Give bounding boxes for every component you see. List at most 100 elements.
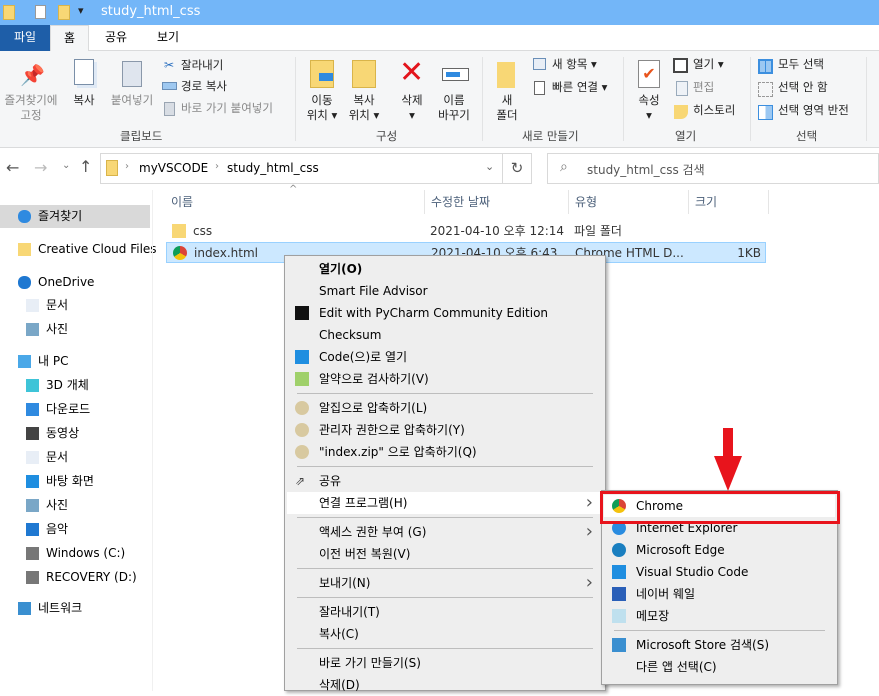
menu-item[interactable]: 연결 프로그램(H) › — [287, 492, 603, 514]
up-button[interactable]: ↑ — [79, 157, 92, 176]
menu-item[interactable]: Microsoft Store 검색(S) — [604, 634, 835, 656]
sidebar-item[interactable]: 문서 — [0, 446, 150, 469]
sidebar-item[interactable]: 문서 — [0, 294, 150, 317]
tab-file[interactable]: 파일 — [0, 25, 50, 51]
menu-item[interactable]: 복사(C) — [287, 623, 603, 645]
paste-shortcut-button[interactable]: 바로 가기 붙여넣기 — [181, 101, 273, 116]
column-divider[interactable] — [568, 190, 569, 214]
address-bar[interactable]: › myVSCODE › study_html_css ⌄ — [100, 153, 532, 184]
menu-item[interactable]: 열기(O) — [287, 258, 603, 280]
column-header-type[interactable]: 유형 — [575, 193, 597, 210]
new-folder-button[interactable]: 새 폴더 — [490, 93, 524, 123]
new-item-button[interactable]: 새 항목 ▾ — [552, 57, 597, 72]
menu-item[interactable]: 네이버 웨일 — [604, 583, 835, 605]
pane-divider[interactable] — [152, 190, 153, 691]
sidebar-item[interactable]: RECOVERY (D:) — [0, 566, 150, 589]
menu-item[interactable]: 잘라내기(T) — [287, 601, 603, 623]
menu-item[interactable]: 메모장 — [604, 605, 835, 627]
menu-item[interactable]: Edit with PyCharm Community Edition — [287, 302, 603, 324]
open-button[interactable]: 열기 ▾ — [693, 57, 724, 72]
sidebar-item[interactable]: 동영상 — [0, 422, 150, 445]
menu-separator — [297, 648, 593, 649]
sidebar-item[interactable]: Creative Cloud Files — [0, 238, 157, 261]
menu-separator — [297, 597, 593, 598]
sidebar-item[interactable]: 음악 — [0, 518, 150, 541]
sidebar-item[interactable]: Windows (C:) — [0, 542, 150, 565]
edit-button[interactable]: 편집 — [693, 80, 714, 95]
column-divider[interactable] — [688, 190, 689, 214]
rename-button[interactable]: 이름 바꾸기 — [432, 93, 476, 123]
divider — [866, 57, 867, 141]
copy-path-button[interactable]: 경로 복사 — [181, 79, 227, 94]
menu-item[interactable]: Code(으)로 열기 — [287, 346, 603, 368]
invert-selection-button[interactable]: 선택 영역 반전 — [778, 103, 849, 118]
select-all-button[interactable]: 모두 선택 — [778, 57, 824, 72]
address-dropdown-icon[interactable]: ⌄ — [485, 160, 494, 173]
column-header-date[interactable]: 수정한 날짜 — [431, 193, 490, 210]
pin-to-quick-access-button[interactable]: 즐겨찾기에 고정 — [0, 93, 62, 123]
menu-item[interactable]: 알집으로 압축하기(L) — [287, 397, 603, 419]
chevron-right-icon: › — [585, 492, 593, 513]
file-row[interactable]: css 2021-04-10 오후 12:14 파일 폴더 — [166, 221, 766, 242]
cut-button[interactable]: 잘라내기 — [181, 58, 223, 73]
select-none-button[interactable]: 선택 안 함 — [778, 80, 828, 95]
menu-item[interactable]: "index.zip" 으로 압축하기(Q) — [287, 441, 603, 463]
sidebar-item[interactable]: 네트워크 — [0, 597, 150, 620]
sidebar-item[interactable]: 사진 — [0, 494, 150, 517]
column-header-size[interactable]: 크기 — [695, 193, 717, 210]
group-label-open: 열기 — [675, 129, 697, 143]
sidebar-item[interactable]: 3D 개체 — [0, 374, 150, 397]
new-folder-icon[interactable] — [58, 5, 70, 20]
easy-access-button[interactable]: 빠른 연결 ▾ — [552, 80, 607, 95]
sidebar-item[interactable]: 사진 — [0, 318, 150, 341]
star-icon — [18, 210, 31, 223]
menu-item[interactable]: 관리자 권한으로 압축하기(Y) — [287, 419, 603, 441]
menu-item-label: Edit with PyCharm Community Edition — [319, 306, 549, 320]
menu-item[interactable]: 알약으로 검사하기(V) — [287, 368, 603, 390]
title-bar: ▾ study_html_css — [0, 0, 879, 25]
column-divider[interactable] — [424, 190, 425, 214]
menu-item[interactable]: 이전 버전 복원(V) — [287, 543, 603, 565]
notepad-icon — [612, 609, 626, 623]
tab-home[interactable]: 홈 — [50, 25, 89, 52]
breadcrumb-item[interactable]: myVSCODE — [139, 161, 208, 175]
menu-item[interactable]: Visual Studio Code — [604, 561, 835, 583]
menu-item[interactable]: Microsoft Edge — [604, 539, 835, 561]
menu-item[interactable]: 액세스 권한 부여 (G) › — [287, 521, 603, 543]
menu-item[interactable]: Checksum — [287, 324, 603, 346]
menu-item[interactable]: 바로 가기 만들기(S) — [287, 652, 603, 674]
sidebar-item[interactable]: 바탕 화면 — [0, 470, 150, 493]
sidebar-item[interactable]: 내 PC — [0, 350, 150, 373]
delete-button[interactable]: 삭제 ▾ — [396, 93, 428, 123]
copy-to-button[interactable]: 복사 위치 ▾ — [342, 93, 386, 123]
column-divider[interactable] — [768, 190, 769, 214]
history-button[interactable]: 히스토리 — [693, 103, 735, 118]
menu-item[interactable]: 보내기(N) › — [287, 572, 603, 594]
menu-item-label: Microsoft Edge — [636, 543, 725, 557]
menu-item[interactable]: 삭제(D) — [287, 674, 603, 696]
tab-share[interactable]: 공유 — [100, 25, 132, 51]
sidebar-item[interactable]: 다운로드 — [0, 398, 150, 421]
properties-icon[interactable] — [35, 5, 46, 19]
recent-locations-button[interactable]: ⌄ — [62, 160, 70, 171]
column-header-name[interactable]: 이름 — [171, 193, 193, 210]
down-arrow-annotation-icon — [714, 428, 742, 491]
breadcrumb-item[interactable]: study_html_css — [227, 161, 319, 175]
sidebar-item[interactable]: 즐겨찾기 — [0, 205, 150, 228]
back-button[interactable]: ← — [6, 158, 19, 177]
properties-button[interactable]: 속성 ▾ — [630, 93, 668, 123]
tab-view[interactable]: 보기 — [152, 25, 184, 51]
forward-button[interactable]: → — [34, 158, 47, 177]
copy-button[interactable]: 복사 — [68, 93, 100, 108]
paste-button[interactable]: 붙여넣기 — [106, 93, 158, 108]
menu-item-label: Smart File Advisor — [319, 284, 428, 298]
search-input[interactable]: ⌕ study_html_css 검색 — [547, 153, 879, 184]
refresh-button[interactable]: ↻ — [502, 153, 532, 184]
sidebar-item-label: 동영상 — [46, 426, 80, 440]
menu-item[interactable]: ⇗ 공유 — [287, 470, 603, 492]
menu-item[interactable]: Smart File Advisor — [287, 280, 603, 302]
customize-toolbar-icon[interactable]: ▾ — [78, 4, 84, 17]
sidebar-item[interactable]: OneDrive — [0, 271, 150, 294]
menu-item[interactable]: 다른 앱 선택(C) — [604, 656, 835, 678]
move-to-button[interactable]: 이동 위치 ▾ — [300, 93, 344, 123]
